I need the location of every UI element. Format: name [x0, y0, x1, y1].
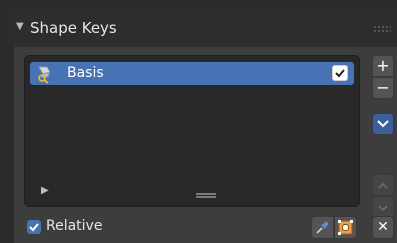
remove-shape-key-button[interactable]: −: [372, 77, 394, 99]
relative-checkbox[interactable]: [27, 220, 41, 234]
arrow-up-icon: [378, 182, 388, 189]
triangle-down-icon[interactable]: ▼: [16, 21, 24, 32]
shape-key-edit-mode-button[interactable]: [334, 216, 357, 239]
relative-label[interactable]: Relative: [46, 218, 102, 234]
shape-keys-panel-header[interactable]: ▼ Shape Keys: [14, 13, 397, 47]
panel-title: Shape Keys: [30, 19, 117, 37]
shape-key-lock-button[interactable]: [311, 216, 334, 239]
specials-menu-button[interactable]: [372, 113, 394, 135]
move-down-button[interactable]: [372, 196, 394, 218]
arrow-down-icon: [378, 205, 388, 212]
edit-mode-icon: [338, 220, 353, 235]
move-up-button[interactable]: [372, 174, 394, 196]
resize-grip-icon[interactable]: [196, 193, 216, 198]
pin-icon: [316, 221, 329, 234]
add-shape-key-button[interactable]: +: [372, 55, 394, 77]
clear-shape-keys-button[interactable]: ✕: [372, 216, 394, 239]
chevron-down-icon: [377, 120, 389, 128]
triangle-right-icon[interactable]: ▶: [41, 185, 49, 196]
checkmark-icon: [29, 223, 39, 232]
list-item[interactable]: Basis: [30, 62, 354, 85]
shape-keys-list[interactable]: Basis ▶: [24, 55, 360, 207]
item-checkbox[interactable]: [332, 65, 348, 81]
shape-key-icon: [38, 66, 51, 84]
checkmark-icon: [335, 69, 345, 78]
list-item-label: Basis: [67, 65, 104, 81]
grip-dots-icon[interactable]: [373, 25, 391, 33]
